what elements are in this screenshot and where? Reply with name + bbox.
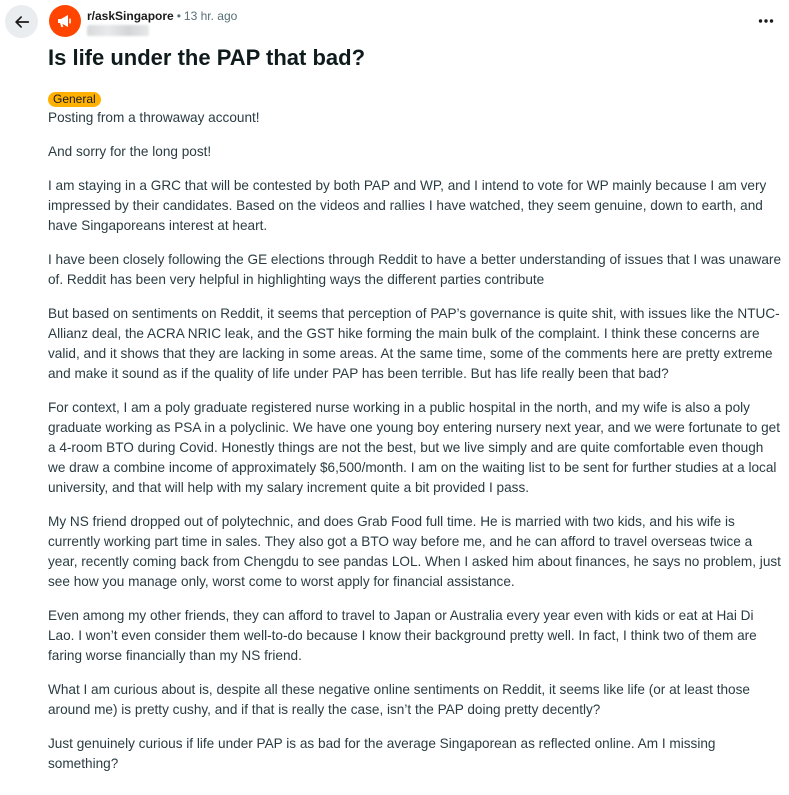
- post-paragraph: Even among my other friends, they can af…: [48, 608, 757, 663]
- post-body: Posting from a throwaway account! And so…: [48, 108, 783, 788]
- subreddit-avatar[interactable]: [49, 5, 81, 37]
- post-meta: r/askSingapore • 13 hr. ago: [87, 8, 237, 24]
- meta-separator: •: [176, 9, 181, 23]
- post-paragraph: For context, I am a poly graduate regist…: [48, 400, 780, 495]
- post-paragraph: But based on sentiments on Reddit, it se…: [48, 306, 780, 381]
- post-paragraph: Posting from a throwaway account!: [48, 110, 260, 125]
- post-paragraph: I am staying in a GRC that will be conte…: [48, 178, 767, 233]
- post-header: r/askSingapore • 13 hr. ago: [49, 4, 779, 40]
- back-button[interactable]: [5, 5, 38, 38]
- post-paragraph: I have been closely following the GE ele…: [48, 252, 782, 287]
- username-redacted: [87, 25, 149, 36]
- post-flair[interactable]: General: [48, 92, 101, 107]
- megaphone-icon: [58, 15, 71, 27]
- post-paragraph: My NS friend dropped out of polytechnic,…: [48, 514, 781, 589]
- more-horizontal-icon: [758, 19, 774, 23]
- post-paragraph: Just genuinely curious if life under PAP…: [48, 736, 716, 771]
- post-paragraph: And sorry for the long post!: [48, 144, 212, 159]
- post-time: 13 hr. ago: [183, 9, 238, 23]
- subreddit-name[interactable]: r/askSingapore: [87, 9, 174, 23]
- post-title: Is life under the PAP that bad?: [48, 45, 366, 70]
- post-paragraph: What I am curious about is, despite all …: [48, 682, 750, 717]
- arrow-left-icon: [14, 15, 29, 28]
- more-options-button[interactable]: [755, 10, 777, 32]
